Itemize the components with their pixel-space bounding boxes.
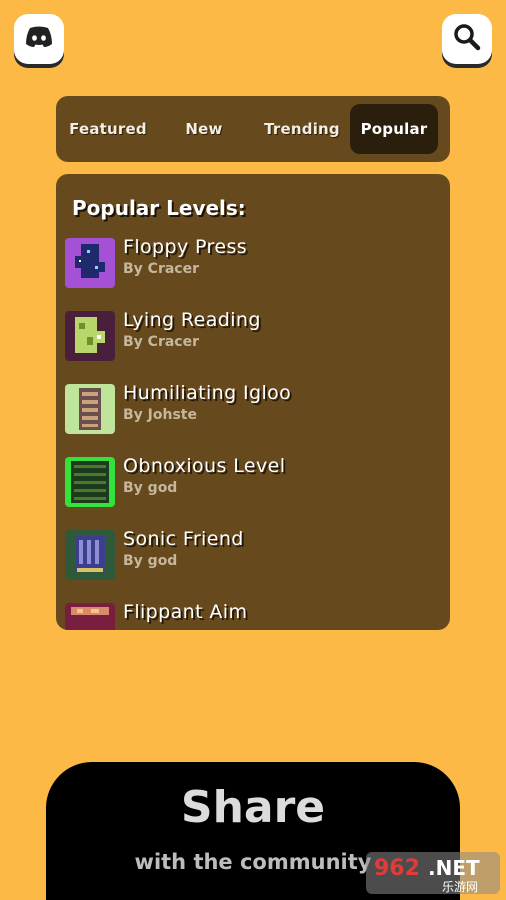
svg-text:.NET: .NET (428, 856, 480, 880)
level-item[interactable]: Humiliating Igloo By Johste (56, 382, 450, 455)
level-item[interactable]: Obnoxious Level By god (56, 455, 450, 528)
search-icon (452, 22, 482, 56)
level-author: By Cracer (123, 261, 199, 277)
svg-text:乐游网: 乐游网 (442, 880, 478, 894)
tab-trending[interactable]: Trending (254, 104, 350, 154)
level-author: By Johste (123, 407, 197, 423)
level-thumbnail (65, 530, 115, 580)
level-name: Sonic Friend (123, 528, 244, 550)
level-item[interactable]: Floppy Press By Cracer (56, 236, 450, 309)
panel-title: Popular Levels: (72, 196, 246, 220)
level-name: Obnoxious Level (123, 455, 286, 477)
level-tabs: Featured New Trending Popular (56, 96, 450, 162)
tab-new[interactable]: New (154, 104, 254, 154)
level-author: By god (123, 553, 178, 569)
level-thumbnail (65, 311, 115, 361)
levels-panel: Popular Levels: Floppy Press By Cracer L… (56, 174, 450, 630)
level-thumbnail (65, 457, 115, 507)
tab-featured[interactable]: Featured (62, 104, 154, 154)
level-name: Floppy Press (123, 236, 248, 258)
level-author: By god (123, 480, 178, 496)
level-name: Lying Reading (123, 309, 261, 331)
level-thumbnail (65, 384, 115, 434)
level-item[interactable]: Flippant Aim (56, 601, 450, 630)
watermark-logo: 962 .NET 乐游网 (366, 850, 500, 896)
level-item[interactable]: Sonic Friend By god (56, 528, 450, 601)
level-thumbnail (65, 238, 115, 288)
level-name: Flippant Aim (123, 601, 248, 623)
level-list[interactable]: Floppy Press By Cracer Lying Reading By … (56, 236, 450, 630)
svg-text:962: 962 (374, 856, 420, 881)
level-thumbnail (65, 603, 115, 630)
tab-popular[interactable]: Popular (350, 104, 438, 154)
level-author: By Cracer (123, 334, 199, 350)
discord-button[interactable] (14, 14, 64, 64)
share-title: Share (180, 782, 326, 833)
level-name: Humiliating Igloo (123, 382, 292, 404)
level-item[interactable]: Lying Reading By Cracer (56, 309, 450, 382)
discord-icon (24, 25, 54, 53)
search-button[interactable] (442, 14, 492, 64)
